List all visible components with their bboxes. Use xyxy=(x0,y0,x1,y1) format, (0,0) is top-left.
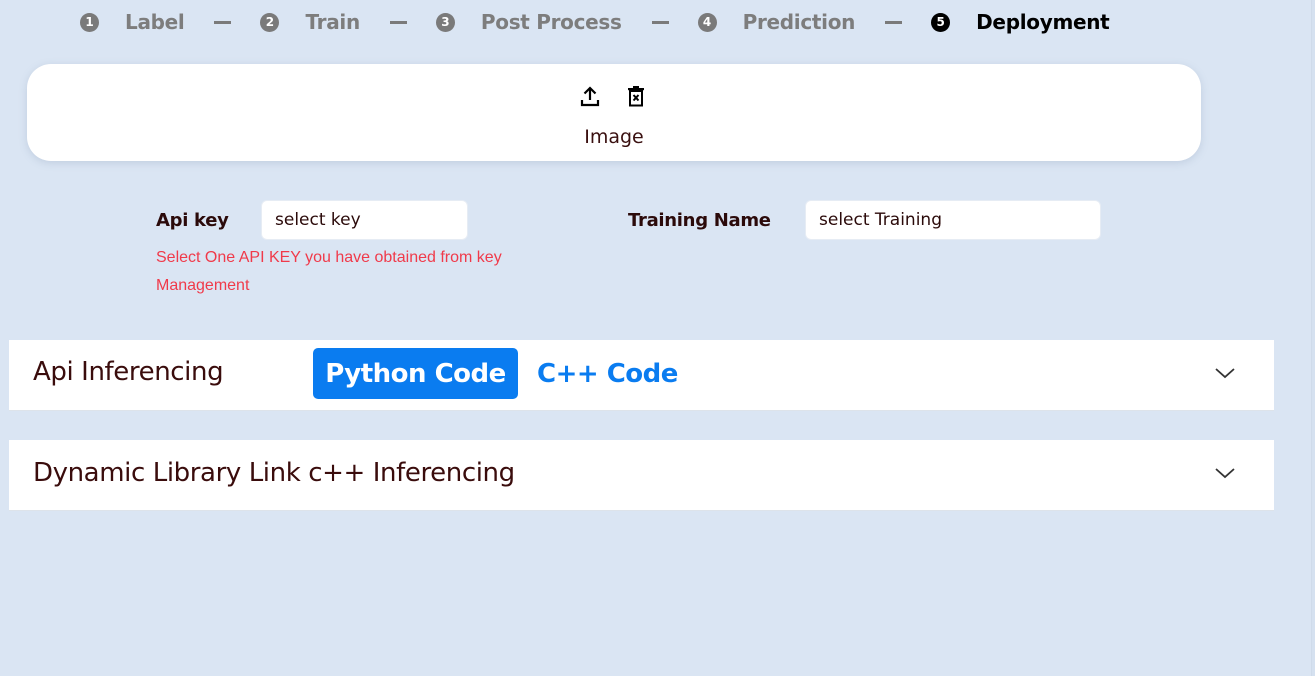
api-inferencing-title: Api Inferencing xyxy=(33,357,224,387)
chevron-down-icon[interactable] xyxy=(1214,466,1236,480)
step-number: 5 xyxy=(931,12,951,32)
delete-icon[interactable] xyxy=(626,84,646,108)
training-name-select[interactable]: select Training xyxy=(805,200,1101,240)
step-separator xyxy=(389,20,407,24)
dll-inferencing-panel[interactable]: Dynamic Library Link c++ Inferencing xyxy=(9,440,1274,511)
step-separator xyxy=(651,20,669,24)
step-prediction[interactable]: 4 Prediction xyxy=(697,10,856,34)
step-label-text: Label xyxy=(125,10,185,34)
scrollbar-track[interactable] xyxy=(1311,0,1315,676)
chevron-down-icon[interactable] xyxy=(1214,366,1236,380)
step-number: 4 xyxy=(697,12,717,32)
image-upload-card: Image xyxy=(27,64,1201,161)
dll-inferencing-title: Dynamic Library Link c++ Inferencing xyxy=(33,458,515,488)
api-key-select[interactable]: select key xyxy=(261,200,468,240)
upload-label: Image xyxy=(584,126,644,148)
step-label-text: Post Process xyxy=(480,10,622,34)
api-key-value: select key xyxy=(275,210,361,230)
upload-icon[interactable] xyxy=(580,84,600,108)
tab-cpp-code[interactable]: C++ Code xyxy=(537,348,678,399)
api-key-hint: Select One API KEY you have obtained fro… xyxy=(156,249,502,294)
step-deployment[interactable]: 5 Deployment xyxy=(931,10,1110,34)
step-number: 1 xyxy=(80,12,99,32)
step-label-text: Deployment xyxy=(976,10,1110,34)
training-name-value: select Training xyxy=(819,210,942,230)
step-label-text: Train xyxy=(305,10,360,34)
api-inferencing-panel[interactable]: Api Inferencing Python Code C++ Code xyxy=(9,340,1274,411)
training-name-label: Training Name xyxy=(628,210,771,231)
tab-python-code[interactable]: Python Code xyxy=(313,348,518,399)
upload-actions xyxy=(580,84,646,108)
step-label-text: Prediction xyxy=(742,10,856,34)
step-train[interactable]: 2 Train xyxy=(260,10,360,34)
stepper: 1 Label 2 Train 3 Post Process 4 Predict… xyxy=(80,8,1110,36)
step-number: 2 xyxy=(260,12,280,32)
step-label[interactable]: 1 Label xyxy=(80,10,185,34)
step-post-process[interactable]: 3 Post Process xyxy=(435,10,622,34)
step-number: 3 xyxy=(435,12,455,32)
step-separator xyxy=(214,20,232,24)
step-separator xyxy=(885,20,903,24)
api-key-label: Api key xyxy=(156,210,229,231)
